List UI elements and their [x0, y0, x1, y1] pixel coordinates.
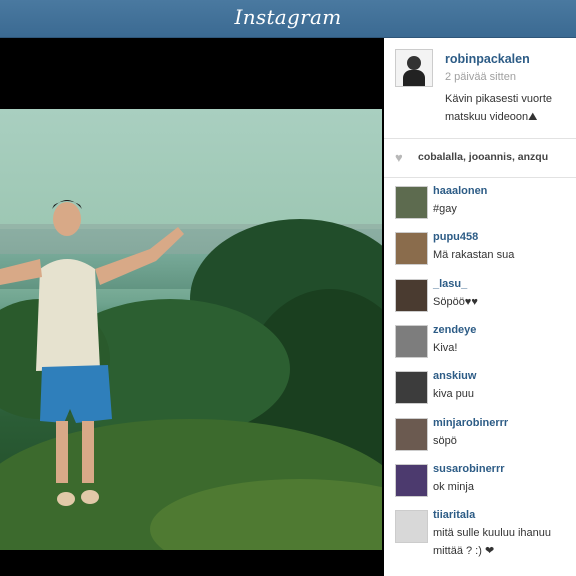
comment-item: haaalonen #gay	[384, 178, 576, 224]
comment-text: #gay	[433, 203, 457, 215]
likes-bar: ♥ cobalalla, jooannis, anzqu	[384, 138, 576, 178]
comment-text: mitä sulle kuuluu ihanuu	[433, 527, 552, 540]
comment-text: ok minja	[433, 480, 474, 493]
post-photo[interactable]	[0, 109, 382, 550]
commenter-avatar[interactable]	[395, 417, 428, 451]
comment-text: söpö	[433, 434, 457, 447]
commenter-avatar[interactable]	[395, 463, 428, 497]
comment-item: pupu458 Mä rakastan sua	[384, 224, 576, 270]
post-timestamp: 2 päivää sitten	[445, 71, 516, 83]
comment-item: susarobinerrr ok minja	[384, 456, 576, 502]
commenter-avatar[interactable]	[395, 232, 428, 266]
commenter-avatar[interactable]	[395, 510, 428, 544]
comment-username[interactable]: pupu458	[433, 231, 478, 243]
comment-username[interactable]: anskiuw	[433, 370, 476, 382]
instagram-logo[interactable]: Instagram	[0, 5, 576, 29]
comment-item: tiiaritala mitä sulle kuuluu ihanuu mittää…	[384, 502, 576, 557]
comment-item: anskiuw kiva puu	[384, 363, 576, 409]
commenter-avatar[interactable]	[395, 371, 428, 405]
comment-username[interactable]: _lasu_	[433, 278, 467, 290]
app-header: Instagram	[0, 0, 576, 38]
post-side-panel: robinpackalen 2 päivää sitten Kävin pika…	[384, 38, 576, 576]
heart-icon[interactable]: ♥	[395, 150, 403, 165]
commenter-avatar[interactable]	[395, 324, 428, 358]
post-header: robinpackalen 2 päivää sitten Kävin pika…	[384, 38, 576, 138]
post-caption: Kävin pikasesti vuorte matskuu videoon⛰	[445, 90, 576, 126]
comment-username[interactable]: minjarobinerrr	[433, 417, 508, 429]
user-avatar[interactable]	[395, 49, 433, 87]
caption-line-1: Kävin pikasesti vuorte	[445, 93, 552, 105]
comment-text-line-2: mittää ? :) ❤	[433, 545, 495, 558]
photo-scene	[0, 200, 382, 550]
comment-item: zendeye Kiva!	[384, 317, 576, 363]
post-username[interactable]: robinpackalen	[445, 52, 530, 66]
comment-username[interactable]: susarobinerrr	[433, 463, 505, 475]
comment-username[interactable]: haaalonen	[433, 185, 487, 197]
comment-username[interactable]: tiiaritala	[433, 509, 475, 521]
comment-item: minjarobinerrr söpö	[384, 410, 576, 456]
comment-text: Mä rakastan sua	[433, 249, 515, 262]
comment-text: Söpöö♥♥	[433, 295, 478, 308]
comment-text: Kiva!	[433, 341, 458, 354]
likers-list[interactable]: cobalalla, jooannis, anzqu	[418, 151, 548, 163]
comment-text: kiva puu	[433, 388, 474, 401]
comment-username[interactable]: zendeye	[433, 324, 476, 336]
caption-line-2: matskuu videoon⛰	[445, 111, 538, 123]
commenter-avatar[interactable]	[395, 278, 428, 312]
comment-item: _lasu_ Söpöö♥♥	[384, 271, 576, 317]
commenter-avatar[interactable]	[395, 186, 428, 219]
